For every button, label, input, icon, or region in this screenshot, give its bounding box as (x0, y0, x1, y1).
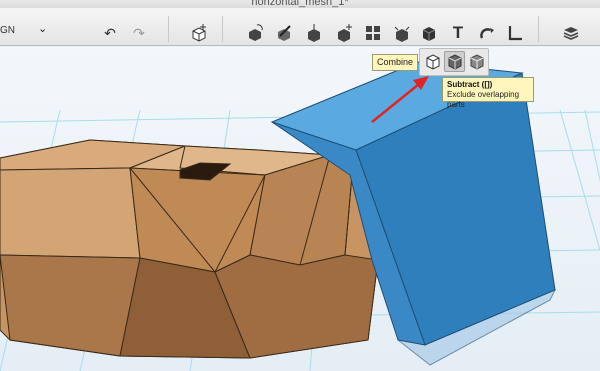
grouping-icon[interactable] (391, 22, 413, 44)
combine-tooltip: Combine (372, 54, 419, 71)
sketch-icon[interactable] (273, 22, 295, 44)
window-titlebar: horizontal_mesh_1* (0, 0, 600, 8)
tooltip-description: Exclude overlapping parts (447, 90, 520, 109)
wood-mesh (0, 139, 379, 359)
subtract-icon[interactable] (444, 51, 465, 72)
tooltip-title: Subtract ([]) (447, 80, 493, 89)
design-menu-label[interactable]: GN (0, 25, 15, 36)
measure-icon[interactable] (504, 22, 526, 44)
toolbar-divider (168, 16, 169, 42)
snap-icon[interactable] (476, 22, 498, 44)
add-primitive-icon[interactable] (188, 22, 210, 44)
combine-flyout (419, 48, 489, 76)
transform-icon[interactable] (244, 22, 266, 44)
text-icon[interactable]: T (447, 22, 469, 44)
toolbar-divider (222, 16, 223, 42)
construct-icon[interactable] (303, 22, 325, 44)
subtract-tooltip: Subtract ([]) Exclude overlapping parts (442, 77, 534, 109)
undo-icon[interactable]: ↶ (99, 22, 121, 44)
modify-icon[interactable] (333, 22, 355, 44)
chevron-down-icon[interactable]: ⌄ (38, 22, 47, 35)
merge-icon[interactable] (422, 51, 443, 72)
main-toolbar: GN ⌄ ↶ ↷ T (0, 8, 600, 46)
redo-icon[interactable]: ↷ (128, 22, 150, 44)
intersect-icon[interactable] (466, 51, 487, 72)
material-icon[interactable] (560, 22, 582, 44)
toolbar-divider (538, 16, 539, 42)
pattern-icon[interactable] (362, 22, 384, 44)
document-title: horizontal_mesh_1* (251, 0, 349, 8)
combine-icon[interactable] (418, 22, 440, 44)
